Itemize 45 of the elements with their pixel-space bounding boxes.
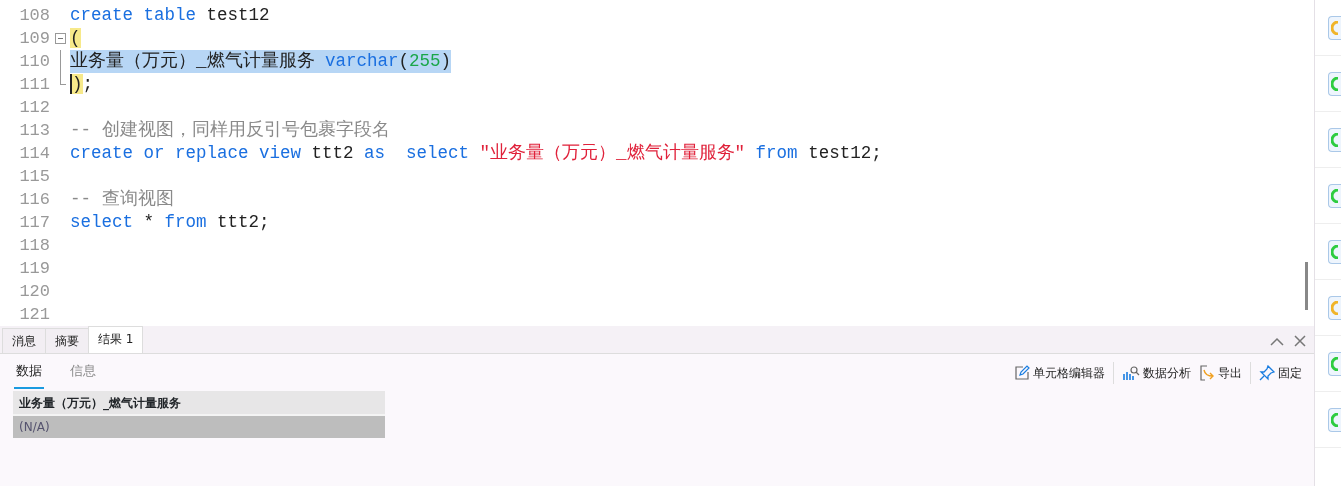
scrollbar-thumb[interactable] [1305,262,1308,310]
view-tab[interactable]: 信息 [68,356,98,389]
status-icon[interactable] [1328,239,1341,264]
line-number: 117 [18,211,51,234]
toolbar-button[interactable]: 导出 [1199,363,1242,382]
toolbar-button[interactable]: 单元格编辑器 [1014,363,1105,382]
line-number: 108 [18,4,51,27]
status-icon[interactable] [1328,127,1341,152]
code-line: -- 创建视图，同样用反引号包裹字段名 [70,120,390,140]
line-number: 114 [18,142,51,165]
toolbar-button[interactable]: 固定 [1259,363,1302,382]
collapse-icon[interactable] [1270,336,1284,346]
status-icon[interactable] [1328,407,1341,432]
status-icon[interactable] [1328,71,1341,96]
line-number: 110 [18,50,51,73]
fold-toggle-icon[interactable] [55,33,66,44]
result-tab[interactable]: 消息 [2,328,46,353]
export-icon [1199,364,1215,381]
chart-icon [1122,364,1140,381]
code-line: select * from ttt2; [70,212,270,232]
status-icon[interactable] [1328,15,1341,40]
status-icon[interactable] [1328,183,1341,208]
close-icon[interactable] [1294,335,1306,347]
result-tab[interactable]: 结果 1 [88,326,144,353]
pencil-icon [1014,364,1030,381]
view-tab[interactable]: 数据 [14,356,44,389]
line-number: 120 [18,280,51,303]
toolbar-button[interactable]: 数据分析 [1122,363,1191,382]
line-number: 112 [18,96,51,119]
line-number: 119 [18,257,51,280]
status-icon[interactable] [1328,295,1341,320]
pin-icon [1259,364,1275,381]
line-number: 115 [18,165,51,188]
code-line: create table test12 [70,5,270,25]
line-number: 109 [18,27,51,50]
column-header[interactable]: 业务量（万元）_燃气计量服务 [13,391,385,416]
line-number: 121 [18,303,51,326]
line-number: 116 [18,188,51,211]
line-number: 113 [18,119,51,142]
line-number: 118 [18,234,51,257]
code-line: create or replace view ttt2 as select "业务量（万元）_燃气计量服务" from test12; [70,143,882,163]
table-cell[interactable]: (N/A) [13,416,385,438]
line-number: 111 [18,73,51,96]
status-icon[interactable] [1328,351,1341,376]
code-line: -- 查询视图 [70,189,174,209]
